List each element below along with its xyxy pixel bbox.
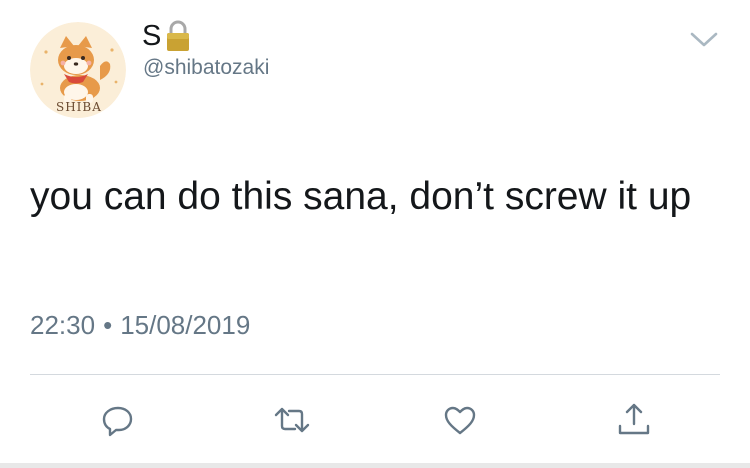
reply-button[interactable] <box>98 400 138 440</box>
tweet-text: you can do this sana, don’t screw it up <box>30 175 692 218</box>
tweet-time: 22:30 <box>30 310 96 340</box>
retweet-button[interactable] <box>272 400 312 440</box>
meta-separator: • <box>103 310 113 340</box>
user-handle[interactable]: @shibatozaki <box>143 55 269 81</box>
share-button[interactable] <box>614 400 654 440</box>
tweet-date: 15/08/2019 <box>120 310 251 340</box>
lock-icon <box>164 19 192 53</box>
tweet-timestamp[interactable]: 22:30 • 15/08/2019 <box>30 308 250 342</box>
speech-bubble-icon <box>102 406 133 437</box>
display-name[interactable]: S <box>142 18 161 54</box>
more-options-button[interactable] <box>686 26 722 52</box>
divider <box>30 374 720 375</box>
retweet-icon <box>274 407 310 433</box>
tweet-card: SHIBA S @shibatozaki you can do this san… <box>0 0 750 468</box>
share-icon <box>618 403 650 435</box>
like-button[interactable] <box>440 400 480 440</box>
bottom-separator <box>0 463 750 468</box>
chevron-down-icon <box>690 32 718 47</box>
display-name-row: S <box>142 18 192 54</box>
avatar-label: SHIBA <box>56 100 102 114</box>
heart-icon <box>444 406 476 435</box>
avatar[interactable]: SHIBA <box>30 22 126 118</box>
